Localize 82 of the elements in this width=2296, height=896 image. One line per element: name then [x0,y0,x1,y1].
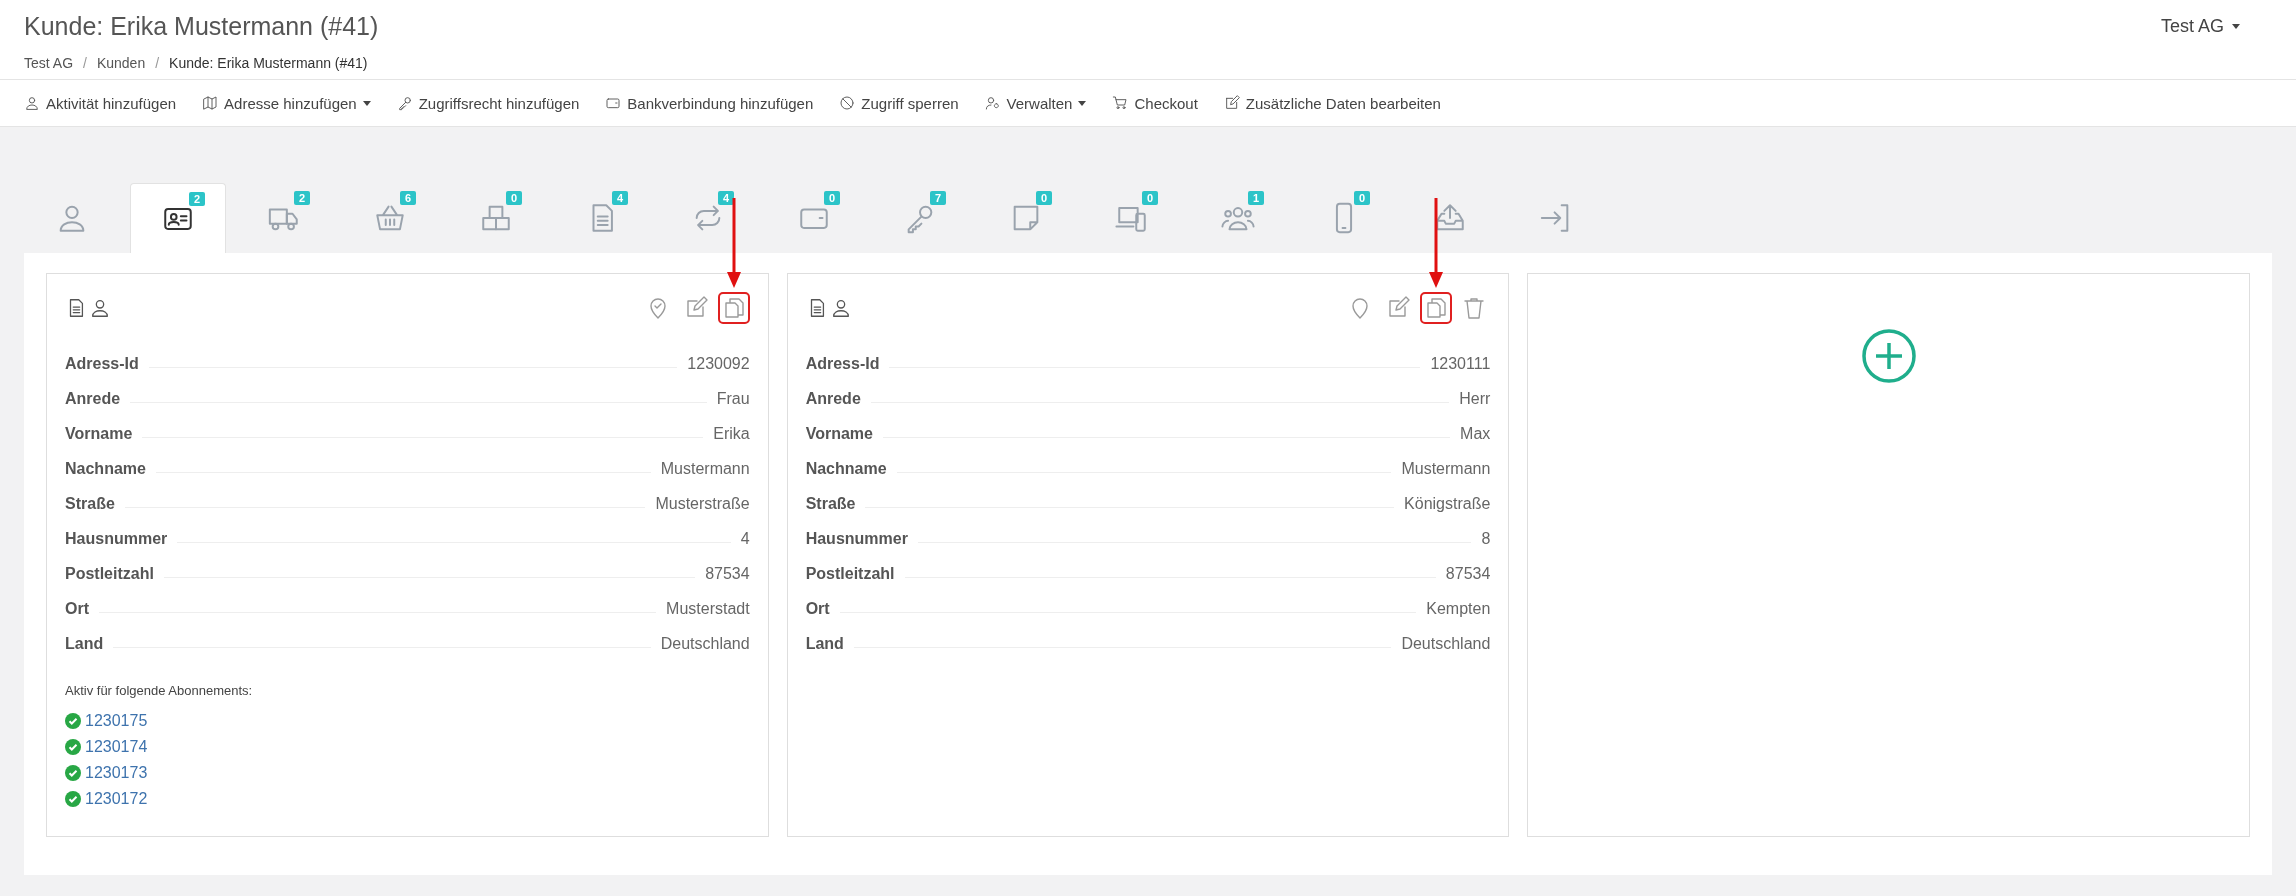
wallet-icon [605,95,622,111]
toolbar-button[interactable]: Verwalten [984,92,1087,114]
caret-icon [1078,100,1087,106]
field-value: Kempten [1426,600,1491,618]
count-badge: 0 [506,191,523,205]
edit-icon [1386,296,1411,320]
toolbar-button[interactable]: Zugriffsrecht hinzufügen [396,92,580,114]
count-badge: 4 [612,191,629,205]
count-badge: 0 [1354,191,1371,205]
count-badge: 6 [400,191,417,205]
subscription-link[interactable]: 1230173 [85,764,148,782]
breadcrumb-link[interactable]: Test AG [24,55,74,71]
copy-icon [1424,296,1449,320]
subscription-link[interactable]: 1230172 [85,790,148,808]
edit-icon [1223,95,1240,111]
breadcrumb-link[interactable]: Kunden [96,55,146,71]
toolbar-button[interactable]: Aktivität hinzufügen [24,92,177,114]
field-value: 8 [1481,530,1491,548]
count-badge: 7 [930,191,947,205]
field-label: Vorname [65,425,133,443]
breadcrumb-current: Kunde: Erika Mustermann (#41) [169,55,368,71]
field-value: 1230111 [1430,355,1491,373]
field-label: Ort [65,600,89,618]
field-label: Vorname [805,425,873,443]
person-icon [24,95,40,111]
field-value: Königstraße [1404,495,1491,513]
field-value: Musterstraße [655,495,750,513]
field-value: Musterstadt [666,600,750,618]
field-label: Land [805,635,844,653]
field-label: Adress-Id [65,355,139,373]
field-value: 1230092 [687,355,750,373]
count-badge: 0 [1142,191,1159,205]
field-label: Nachname [805,460,887,478]
field-label: Straße [65,495,115,513]
field-label: Postleitzahl [65,565,154,583]
field-label: Hausnummer [65,530,168,548]
add-button[interactable] [1860,328,1917,384]
field-value: 87534 [705,565,750,583]
breadcrumb-separator: / [155,55,160,71]
field-value: 4 [740,530,750,548]
caret-icon [362,100,371,106]
subscription-link[interactable]: 1230175 [85,712,148,730]
map-icon [202,95,219,111]
key-icon [396,95,413,111]
toolbar-button[interactable]: Bankverbindung hinzufügen [605,92,814,114]
count-badge: 4 [718,191,735,205]
count-badge: 2 [294,191,311,205]
field-value: Mustermann [1401,460,1491,478]
company-menu[interactable]: Test AG [2154,15,2246,38]
page-title: Kunde: Erika Mustermann (#41) [24,12,379,41]
field-value: Herr [1459,390,1491,408]
field-label: Postleitzahl [805,565,895,583]
field-value: Mustermann [660,460,750,478]
toolbar-button[interactable]: Zugriff sperren [839,92,959,114]
toolbar-button[interactable]: Checkout [1112,92,1198,114]
ban-icon [839,95,856,111]
field-label: Adress-Id [805,355,880,373]
field-value: Deutschland [660,635,750,653]
field-value: 87534 [1445,565,1491,583]
field-label: Land [65,635,104,653]
field-label: Nachname [65,460,146,478]
count-badge: 2 [189,192,206,206]
field-label: Anrede [805,390,861,408]
toolbar-button[interactable]: Zusätzliche Daten bearbeiten [1223,92,1441,114]
count-badge: 0 [824,191,841,205]
field-value: Erika [713,425,750,443]
field-value: Max [1460,425,1491,443]
field-value: Deutschland [1401,635,1491,653]
cart-icon [1112,95,1129,111]
subscription-link[interactable]: 1230174 [85,738,148,756]
field-value: Frau [716,390,750,408]
trash-icon [1462,296,1487,320]
count-badge: 0 [1036,191,1053,205]
count-badge: 1 [1248,191,1265,205]
field-label: Anrede [65,390,121,408]
field-label: Hausnummer [805,530,908,548]
plus-circle-icon [1860,328,1917,384]
toolbar-button[interactable]: Adresse hinzufügen [202,92,371,114]
field-label: Ort [805,600,830,618]
subscriptions-heading: Aktiv für folgende Abonnements: [65,683,254,698]
field-label: Straße [805,495,856,513]
breadcrumb-separator: / [83,55,87,71]
